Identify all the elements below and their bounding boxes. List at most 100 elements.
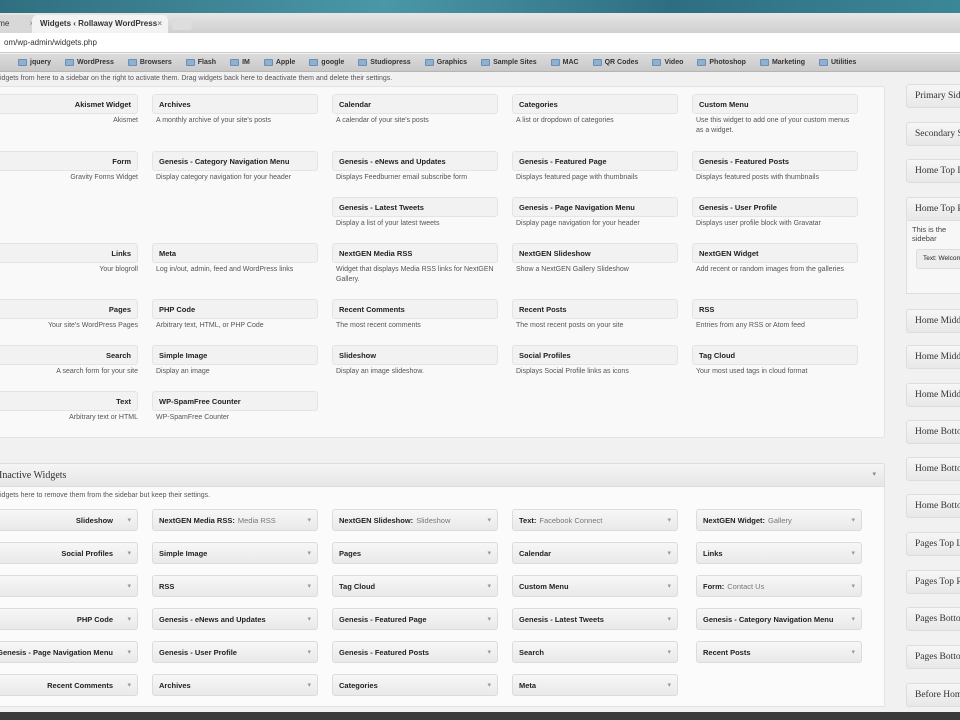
inactive-widgets-header[interactable]: Inactive Widgets ▾ [0,463,885,487]
widget-social-profiles[interactable]: Social Profiles [512,345,678,365]
inactive-widget[interactable]: NextGEN Media RSS: Media RSS ▾ [152,509,318,531]
chevron-down-icon[interactable]: ▾ [487,549,491,557]
widget-pages[interactable]: Pages [0,299,138,319]
bookmark-item[interactable]: Photoshop [697,59,746,66]
widget-custom-menu[interactable]: Custom Menu [692,94,858,114]
sidebar-widget[interactable]: Text: Welcome [916,249,960,269]
bookmark-item[interactable]: Flash [185,59,216,66]
widget-genesis-latest-tweets[interactable]: Genesis - Latest Tweets [332,197,498,217]
inactive-widget[interactable]: Archives ▾ [152,674,318,696]
bookmark-item[interactable]: Apple [263,59,295,66]
inactive-widget[interactable]: RSS ▾ [152,575,318,597]
widget-genesis-page-navigation-menu[interactable]: Genesis - Page Navigation Menu [512,197,678,217]
chevron-down-icon[interactable]: ▾ [851,648,855,656]
widget-genesis-enews-and-updates[interactable]: Genesis - eNews and Updates [332,151,498,171]
sidebar-pages-top-left[interactable]: Pages Top Left [906,532,960,556]
widget-form[interactable]: Form [0,151,138,171]
bookmark-item[interactable]: WordPress [65,59,114,66]
sidebar-home-bottom-left[interactable]: Home Bottom Left [906,420,960,444]
widget-search[interactable]: Search [0,345,138,365]
inactive-widget[interactable]: Genesis - Category Navigation Menu ▾ [696,608,862,630]
bookmark-item[interactable]: Studiopress [358,59,411,66]
sidebar-pages-top-right[interactable]: Pages Top Right [906,570,960,594]
chevron-down-icon[interactable]: ▾ [487,681,491,689]
widget-rss[interactable]: RSS [692,299,858,319]
close-icon[interactable]: × [157,19,162,28]
widget-links[interactable]: Links [0,243,138,263]
tab-widgets[interactable]: Widgets ‹ Rollaway WordPress × [32,15,168,33]
widget-recent-posts[interactable]: Recent Posts [512,299,678,319]
chevron-down-icon[interactable]: ▾ [307,681,311,689]
bookmark-item[interactable]: Video [652,59,683,66]
chevron-down-icon[interactable]: ▾ [487,582,491,590]
widget-genesis-user-profile[interactable]: Genesis - User Profile [692,197,858,217]
chevron-down-icon[interactable]: ▾ [307,582,311,590]
chevron-down-icon[interactable]: ▾ [851,582,855,590]
sidebar-home-middle-left[interactable]: Home Middle Left [906,309,960,333]
inactive-widget[interactable]: Calendar ▾ [512,542,678,564]
sidebar-home-bottom-right[interactable]: Home Bottom Right [906,494,960,518]
inactive-widget[interactable]: Genesis - User Profile ▾ [152,641,318,663]
chevron-down-icon[interactable]: ▾ [667,516,671,524]
bookmark-item[interactable]: Browsers [127,59,172,66]
chevron-down-icon[interactable]: ▾ [127,582,131,590]
inactive-widget[interactable]: Genesis - Featured Page ▾ [332,608,498,630]
chevron-down-icon[interactable]: ▾ [872,470,876,478]
sidebar-home-middle-middle[interactable]: Home Middle Middle [906,345,960,369]
widget-nextgen-widget[interactable]: NextGEN Widget [692,243,858,263]
inactive-widget[interactable]: Genesis - Latest Tweets ▾ [512,608,678,630]
inactive-widget[interactable]: Slideshow ▾ [0,509,138,531]
widget-nextgen-media-rss[interactable]: NextGEN Media RSS [332,243,498,263]
widget-genesis-category-navigation-menu[interactable]: Genesis - Category Navigation Menu [152,151,318,171]
widget-recent-comments[interactable]: Recent Comments [332,299,498,319]
chevron-down-icon[interactable]: ▾ [851,516,855,524]
inactive-widget[interactable]: Tag Cloud ▾ [332,575,498,597]
widget-archives[interactable]: Archives [152,94,318,114]
chevron-down-icon[interactable]: ▾ [667,549,671,557]
inactive-widget[interactable]: ▾ [0,575,138,597]
chevron-down-icon[interactable]: ▾ [667,648,671,656]
chevron-down-icon[interactable]: ▾ [307,615,311,623]
chevron-down-icon[interactable]: ▾ [127,615,131,623]
inactive-widget[interactable]: Custom Menu ▾ [512,575,678,597]
chevron-down-icon[interactable]: ▾ [851,549,855,557]
bookmark-item[interactable]: IM [230,59,250,66]
sidebar-primary-sidebar[interactable]: Primary Sidebar [906,84,960,108]
new-tab-button[interactable] [172,18,192,30]
chevron-down-icon[interactable]: ▾ [487,648,491,656]
chevron-down-icon[interactable]: ▾ [487,615,491,623]
chevron-down-icon[interactable]: ▾ [307,549,311,557]
inactive-widget[interactable]: Text: Facebook Connect ▾ [512,509,678,531]
inactive-widget[interactable]: PHP Code ▾ [0,608,138,630]
chevron-down-icon[interactable]: ▾ [487,516,491,524]
sidebar-pages-bottom-left[interactable]: Pages Bottom Left [906,607,960,631]
inactive-widget[interactable]: Recent Comments ▾ [0,674,138,696]
sidebar-home-top-right[interactable]: Home Top Right [906,197,960,221]
widget-nextgen-slideshow[interactable]: NextGEN Slideshow [512,243,678,263]
bookmark-item[interactable]: Graphics [424,59,467,66]
inactive-widget[interactable]: Recent Posts ▾ [696,641,862,663]
chevron-down-icon[interactable]: ▾ [307,516,311,524]
inactive-widget[interactable]: NextGEN Slideshow: Slideshow ▾ [332,509,498,531]
bookmark-item[interactable]: jquery [18,59,51,66]
chevron-down-icon[interactable]: ▾ [667,681,671,689]
widget-slideshow[interactable]: Slideshow [332,345,498,365]
inactive-widget[interactable]: Form: Contact Us ▾ [696,575,862,597]
chevron-down-icon[interactable]: ▾ [127,516,131,524]
bookmark-item[interactable]: Marketing [759,59,805,66]
inactive-widget[interactable]: NextGEN Widget: Gallery ▾ [696,509,862,531]
chevron-down-icon[interactable]: ▾ [127,681,131,689]
inactive-widget[interactable]: Social Profiles ▾ [0,542,138,564]
widget-simple-image[interactable]: Simple Image [152,345,318,365]
bookmark-item[interactable]: Utilities [819,59,856,66]
widget-calendar[interactable]: Calendar [332,94,498,114]
sidebar-home-bottom-middle[interactable]: Home Bottom Middle [906,457,960,481]
chevron-down-icon[interactable]: ▾ [307,648,311,656]
inactive-widget[interactable]: Simple Image ▾ [152,542,318,564]
widget-genesis-featured-page[interactable]: Genesis - Featured Page [512,151,678,171]
widget-categories[interactable]: Categories [512,94,678,114]
inactive-widget[interactable]: Genesis - Page Navigation Menu ▾ [0,641,138,663]
chevron-down-icon[interactable]: ▾ [127,549,131,557]
sidebar-home-middle-right[interactable]: Home Middle Right [906,383,960,407]
sidebar-pages-bottom-right[interactable]: Pages Bottom Right [906,645,960,669]
